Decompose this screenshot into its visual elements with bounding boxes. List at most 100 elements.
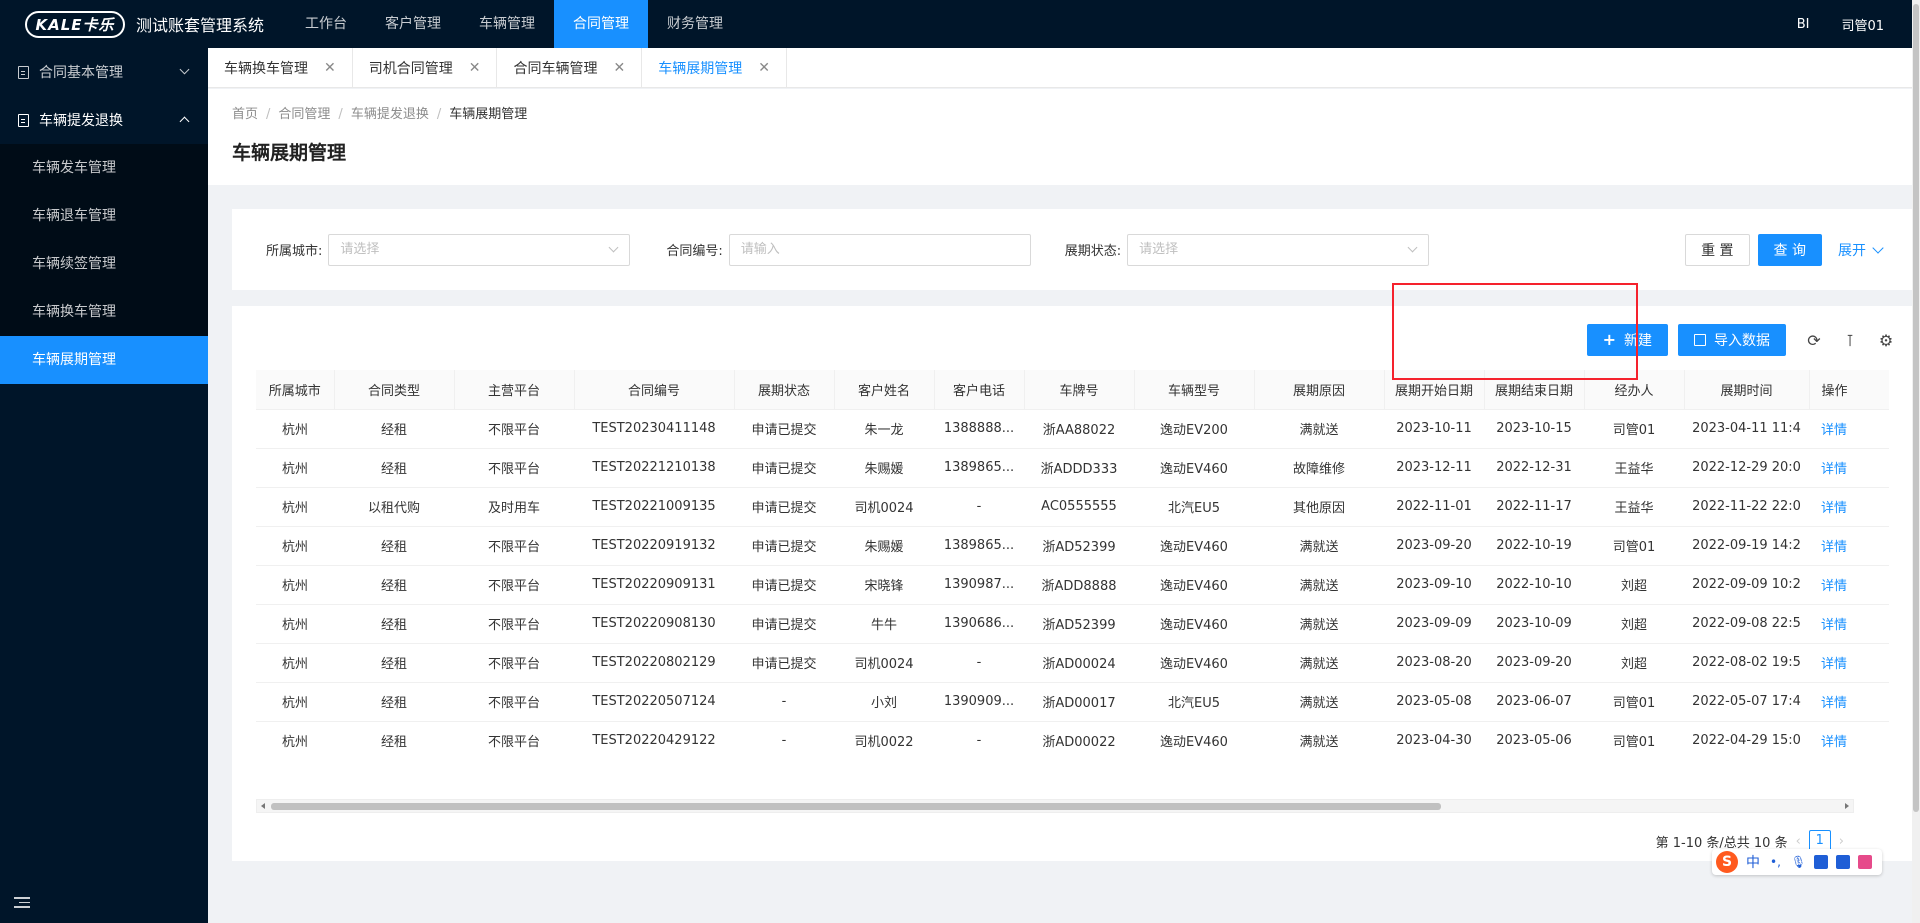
refresh-icon[interactable]: ⟳ bbox=[1796, 324, 1832, 356]
sidebar-group-vehicle-ops[interactable]: 车辆提发退换 bbox=[0, 96, 208, 144]
details-link[interactable]: 详情 bbox=[1809, 526, 1889, 566]
close-icon[interactable]: ✕ bbox=[469, 60, 481, 76]
breadcrumb-contracts[interactable]: 合同管理 bbox=[278, 107, 330, 122]
column-header: 客户姓名 bbox=[834, 370, 935, 410]
table-cell: 2022-04-29 15:0 bbox=[1684, 721, 1809, 760]
ime-language[interactable]: 中 bbox=[1746, 852, 1760, 872]
details-link[interactable]: 详情 bbox=[1809, 565, 1889, 605]
sidebar-group-label: 车辆提发退换 bbox=[39, 113, 123, 129]
table-cell: 杭州 bbox=[256, 526, 334, 566]
close-icon[interactable]: ✕ bbox=[613, 60, 625, 76]
table-cell: 2023-05-06 bbox=[1484, 721, 1584, 760]
collapse-menu-icon[interactable] bbox=[14, 897, 30, 909]
brand-logo[interactable]: KALE卡乐 bbox=[20, 0, 130, 48]
table-cell: 满就送 bbox=[1254, 721, 1384, 760]
close-icon[interactable]: ✕ bbox=[324, 60, 336, 76]
microphone-icon[interactable]: 🎙 bbox=[1791, 855, 1806, 869]
table-cell: 不限平台 bbox=[454, 526, 574, 566]
column-header: 合同类型 bbox=[334, 370, 455, 410]
nav-item-customers[interactable]: 客户管理 bbox=[366, 0, 460, 48]
table-cell: TEST20220429122 bbox=[574, 721, 734, 760]
prev-page-icon[interactable]: ‹ bbox=[1796, 834, 1801, 849]
table-cell: TEST20220908130 bbox=[574, 604, 734, 644]
reset-button[interactable]: 重 置 bbox=[1685, 233, 1750, 266]
table-cell: 经租 bbox=[334, 721, 454, 760]
gear-icon[interactable]: ⚙ bbox=[1868, 324, 1904, 356]
ime-toolbar: S 中 •, 🎙 bbox=[1712, 849, 1882, 875]
details-link[interactable]: 详情 bbox=[1809, 643, 1889, 683]
table-cell: TEST20230411148 bbox=[574, 409, 734, 449]
details-link[interactable]: 详情 bbox=[1809, 487, 1889, 527]
skin-icon[interactable] bbox=[1836, 855, 1851, 869]
sidebar-submenu: 车辆发车管理 车辆退车管理 车辆续签管理 车辆换车管理 车辆展期管理 bbox=[0, 144, 208, 384]
table-cell: - bbox=[934, 487, 1024, 527]
breadcrumb-vehicle-ops[interactable]: 车辆提发退换 bbox=[351, 107, 429, 122]
sidebar-group-contract-basic[interactable]: 合同基本管理 bbox=[0, 48, 208, 96]
details-link[interactable]: 详情 bbox=[1809, 604, 1889, 644]
status-select[interactable]: 请选择 bbox=[1127, 233, 1430, 266]
details-link[interactable]: 详情 bbox=[1809, 409, 1889, 449]
nav-item-finance[interactable]: 财务管理 bbox=[648, 0, 742, 48]
close-icon[interactable]: ✕ bbox=[758, 60, 770, 76]
details-link[interactable]: 详情 bbox=[1809, 448, 1889, 488]
table-cell: 浙AD00022 bbox=[1024, 721, 1134, 760]
table-cell: 杭州 bbox=[256, 448, 334, 488]
table-cell: 满就送 bbox=[1254, 409, 1384, 449]
table-row: 杭州 经租 不限平台 TEST20220908130 申请已提交 牛牛 1390686...… bbox=[256, 604, 1889, 644]
nav-item-vehicles[interactable]: 车辆管理 bbox=[460, 0, 554, 48]
user-badge[interactable]: BI bbox=[1797, 17, 1810, 32]
expand-toggle[interactable]: 展开 bbox=[1838, 240, 1884, 260]
contract-number-input[interactable]: 请输入 bbox=[728, 233, 1031, 266]
city-select[interactable]: 请选择 bbox=[328, 233, 631, 266]
import-data-button[interactable]: 导入数据 bbox=[1678, 324, 1786, 356]
scrollbar-thumb[interactable] bbox=[271, 803, 1441, 810]
horizontal-scrollbar[interactable] bbox=[256, 799, 1854, 813]
table-cell: 王益华 bbox=[1584, 448, 1684, 488]
window-scrollbar-thumb[interactable] bbox=[1913, 4, 1919, 812]
sidebar-item-exchange[interactable]: 车辆换车管理 bbox=[0, 288, 208, 336]
query-button[interactable]: 查 询 bbox=[1757, 233, 1822, 266]
sidebar-item-return[interactable]: 车辆退车管理 bbox=[0, 192, 208, 240]
table-cell: 经租 bbox=[334, 565, 454, 605]
tabs-bar: 车辆换车管理 ✕ 司机合同管理 ✕ 合同车辆管理 ✕ 车辆展期管理 ✕ bbox=[208, 48, 1912, 88]
sidebar-item-extension[interactable]: 车辆展期管理 bbox=[0, 336, 208, 384]
table-cell: 申请已提交 bbox=[734, 604, 834, 644]
table-body: 杭州 经租 不限平台 TEST20230411148 申请已提交 朱一龙 1388888..… bbox=[256, 409, 1889, 760]
sidebar-item-renewal[interactable]: 车辆续签管理 bbox=[0, 240, 208, 288]
details-link[interactable]: 详情 bbox=[1809, 721, 1889, 760]
tab-contract-vehicle[interactable]: 合同车辆管理 ✕ bbox=[497, 48, 643, 88]
punctuation-icon[interactable]: •, bbox=[1770, 855, 1781, 869]
sidebar-group-label: 合同基本管理 bbox=[39, 65, 123, 81]
user-name[interactable]: 司管01 bbox=[1841, 15, 1884, 34]
table-cell: 牛牛 bbox=[834, 604, 934, 644]
table-cell: 王益华 bbox=[1584, 487, 1684, 527]
nav-item-workbench[interactable]: 工作台 bbox=[286, 0, 366, 48]
status-placeholder: 请选择 bbox=[1139, 241, 1179, 257]
ime-logo[interactable]: S bbox=[1716, 851, 1738, 873]
table-cell: 杭州 bbox=[256, 487, 334, 527]
tab-driver-contract[interactable]: 司机合同管理 ✕ bbox=[353, 48, 498, 88]
table-cell: 司机0022 bbox=[834, 721, 934, 760]
table-cell: TEST20220507124 bbox=[574, 682, 734, 722]
keyboard-icon[interactable] bbox=[1814, 855, 1829, 869]
table-cell: 2023-09-20 bbox=[1384, 526, 1484, 566]
table-cell: 2022-09-09 10:2 bbox=[1684, 565, 1809, 605]
tab-label: 合同车辆管理 bbox=[513, 61, 598, 77]
next-page-icon[interactable]: › bbox=[1839, 834, 1844, 849]
scroll-right-icon[interactable] bbox=[1845, 803, 1849, 809]
details-link[interactable]: 详情 bbox=[1809, 682, 1889, 722]
scroll-left-icon[interactable] bbox=[261, 803, 265, 809]
table-cell: 逸动EV460 bbox=[1134, 448, 1254, 488]
toolbox-icon[interactable] bbox=[1858, 855, 1873, 869]
pagination-summary: 第 1-10 条/总共 10 条 bbox=[1655, 835, 1788, 851]
column-header: 主营平台 bbox=[454, 370, 575, 410]
nav-item-contracts[interactable]: 合同管理 bbox=[554, 0, 649, 48]
window-scrollbar[interactable] bbox=[1912, 0, 1920, 923]
column-height-icon[interactable]: ⊺ bbox=[1832, 324, 1868, 356]
tab-vehicle-exchange[interactable]: 车辆换车管理 ✕ bbox=[208, 48, 353, 88]
table-cell: 浙AD52399 bbox=[1024, 526, 1134, 566]
tab-vehicle-extension[interactable]: 车辆展期管理 ✕ bbox=[642, 48, 787, 88]
table-cell: 杭州 bbox=[256, 721, 334, 760]
sidebar-item-dispatch[interactable]: 车辆发车管理 bbox=[0, 144, 208, 192]
breadcrumb-home[interactable]: 首页 bbox=[232, 107, 258, 122]
